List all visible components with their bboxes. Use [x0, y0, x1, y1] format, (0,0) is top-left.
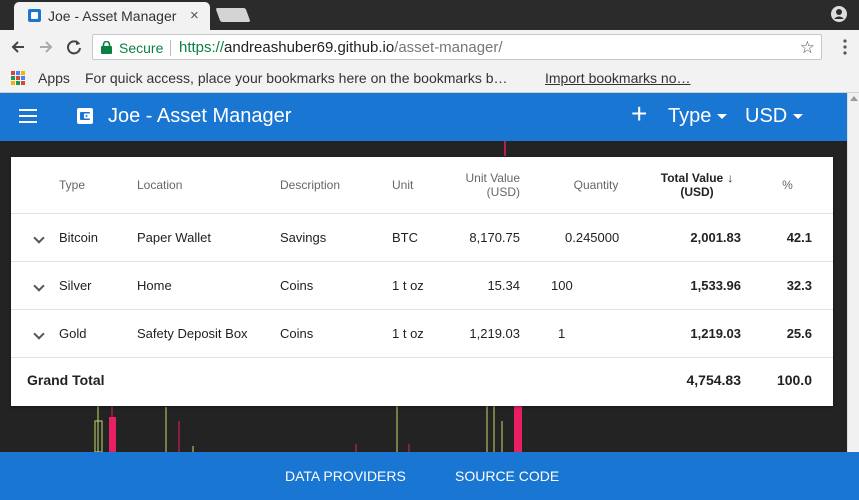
- cell-unit-value: 1,219.03: [452, 309, 520, 358]
- cell-description: Coins: [280, 309, 392, 358]
- header-unit-value[interactable]: Unit Value (USD): [452, 157, 520, 214]
- page-scrollbar[interactable]: [847, 93, 859, 452]
- browser-tab-strip: Joe - Asset Manager ×: [0, 0, 859, 30]
- data-providers-link[interactable]: DATA PROVIDERS: [285, 468, 406, 484]
- app-footer: DATA PROVIDERS SOURCE CODE: [0, 452, 859, 500]
- asset-table: Type Location Description Unit Unit Valu…: [11, 157, 833, 403]
- cell-percent: 25.6: [752, 309, 833, 358]
- tab-close-icon[interactable]: ×: [190, 7, 199, 24]
- bookmarks-hint: For quick access, place your bookmarks h…: [85, 70, 508, 86]
- grand-total-label: Grand Total: [27, 372, 105, 389]
- header-unit-value-line1: Unit Value: [465, 170, 520, 185]
- chevron-down-icon[interactable]: [33, 327, 45, 340]
- sort-descending-arrow-icon: ↓: [727, 170, 734, 185]
- header-type[interactable]: Type: [59, 157, 137, 214]
- asset-table-card: Type Location Description Unit Unit Valu…: [11, 157, 833, 406]
- source-code-link[interactable]: SOURCE CODE: [455, 468, 559, 484]
- apps-grid-icon[interactable]: [11, 71, 25, 85]
- cell-unit-value: 15.34: [452, 261, 520, 310]
- app-header: Joe - Asset Manager + Type USD: [0, 93, 847, 141]
- cell-type: Silver: [59, 261, 137, 310]
- grand-total-percent: 100.0: [776, 372, 812, 389]
- caret-down-icon: [793, 114, 804, 120]
- lock-icon: [101, 41, 112, 54]
- cell-total-value: 2,001.83: [642, 213, 752, 262]
- cell-unit: 1 t oz: [392, 309, 452, 358]
- cell-type: Bitcoin: [59, 213, 137, 262]
- browser-toolbar: Secure https://andreashuber69.github.io/…: [0, 30, 859, 64]
- import-bookmarks-link[interactable]: Import bookmarks no…: [545, 70, 691, 86]
- new-tab-button[interactable]: [215, 8, 251, 22]
- wallet-favicon-icon: [28, 9, 41, 22]
- grand-total-value: 4,754.83: [686, 372, 742, 389]
- header-description[interactable]: Description: [280, 157, 392, 214]
- bookmark-star-icon[interactable]: ☆: [800, 38, 815, 58]
- table-row: Gold Safety Deposit Box Coins 1 t oz 1,2…: [11, 309, 833, 358]
- table-row: Silver Home Coins 1 t oz 15.34 100 1,533…: [11, 261, 833, 310]
- header-unit[interactable]: Unit: [392, 157, 452, 214]
- hamburger-menu-icon[interactable]: [19, 109, 37, 123]
- chevron-down-icon[interactable]: [33, 279, 45, 292]
- cell-total-value: 1,219.03: [642, 309, 752, 358]
- expand-header: [11, 157, 59, 214]
- scroll-up-arrow-icon[interactable]: [850, 96, 858, 101]
- header-total-value-line1: Total Value: [660, 170, 724, 185]
- cell-location: Home: [137, 261, 280, 310]
- header-total-value-line2: (USD): [680, 184, 714, 199]
- add-asset-button[interactable]: +: [631, 100, 647, 128]
- url-path: /asset-manager/: [394, 39, 503, 56]
- bookmarks-bar: Apps For quick access, place your bookma…: [0, 64, 859, 93]
- table-header-row: Type Location Description Unit Unit Valu…: [11, 157, 833, 214]
- row-expand-cell[interactable]: [11, 309, 59, 358]
- omnibox-divider: [170, 40, 171, 56]
- url-scheme: https://: [179, 39, 225, 56]
- cell-location: Safety Deposit Box: [137, 309, 280, 358]
- cell-percent: 42.1: [752, 213, 833, 262]
- header-location[interactable]: Location: [137, 157, 280, 214]
- secure-label: Secure: [119, 40, 164, 56]
- row-expand-cell[interactable]: [11, 213, 59, 262]
- app-title: Joe - Asset Manager: [108, 105, 292, 127]
- cell-unit: BTC: [392, 213, 452, 262]
- cell-location: Paper Wallet: [137, 213, 280, 262]
- cell-quantity: 0.245000: [520, 213, 642, 262]
- cell-unit-value: 8,170.75: [452, 213, 520, 262]
- header-total-value[interactable]: Total Value ↓ (USD): [642, 157, 752, 214]
- type-dropdown[interactable]: Type: [668, 105, 728, 128]
- address-bar[interactable]: Secure https://andreashuber69.github.io/…: [92, 34, 822, 60]
- cell-quantity: 100: [520, 261, 642, 310]
- row-expand-cell[interactable]: [11, 261, 59, 310]
- grand-total-row: Grand Total 4,754.83 100.0: [11, 357, 833, 403]
- url-host: andreashuber69.github.io: [224, 39, 395, 56]
- table-row: Bitcoin Paper Wallet Savings BTC 8,170.7…: [11, 213, 833, 262]
- caret-down-icon: [717, 114, 728, 120]
- currency-dropdown-label: USD: [745, 105, 788, 127]
- cell-type: Gold: [59, 309, 137, 358]
- wallet-icon: [77, 108, 93, 124]
- browser-tab[interactable]: Joe - Asset Manager ×: [14, 2, 210, 30]
- browser-menu-icon[interactable]: [843, 39, 847, 55]
- header-quantity[interactable]: Quantity: [520, 157, 642, 214]
- cell-quantity: 1: [520, 309, 642, 358]
- url-text[interactable]: https://andreashuber69.github.io/asset-m…: [179, 39, 503, 56]
- chevron-down-icon[interactable]: [33, 231, 45, 244]
- cell-total-value: 1,533.96: [642, 261, 752, 310]
- cell-unit: 1 t oz: [392, 261, 452, 310]
- header-unit-value-line2: (USD): [486, 184, 520, 199]
- back-arrow-icon[interactable]: [7, 36, 29, 58]
- forward-arrow-icon[interactable]: [35, 36, 57, 58]
- type-dropdown-label: Type: [668, 105, 712, 127]
- cell-percent: 32.3: [752, 261, 833, 310]
- header-percent[interactable]: %: [752, 157, 833, 214]
- cell-description: Coins: [280, 261, 392, 310]
- reload-icon[interactable]: [63, 36, 85, 58]
- tab-title: Joe - Asset Manager: [48, 8, 177, 24]
- profile-icon[interactable]: [831, 6, 847, 22]
- currency-dropdown[interactable]: USD: [745, 105, 804, 128]
- cell-description: Savings: [280, 213, 392, 262]
- apps-link[interactable]: Apps: [38, 70, 70, 86]
